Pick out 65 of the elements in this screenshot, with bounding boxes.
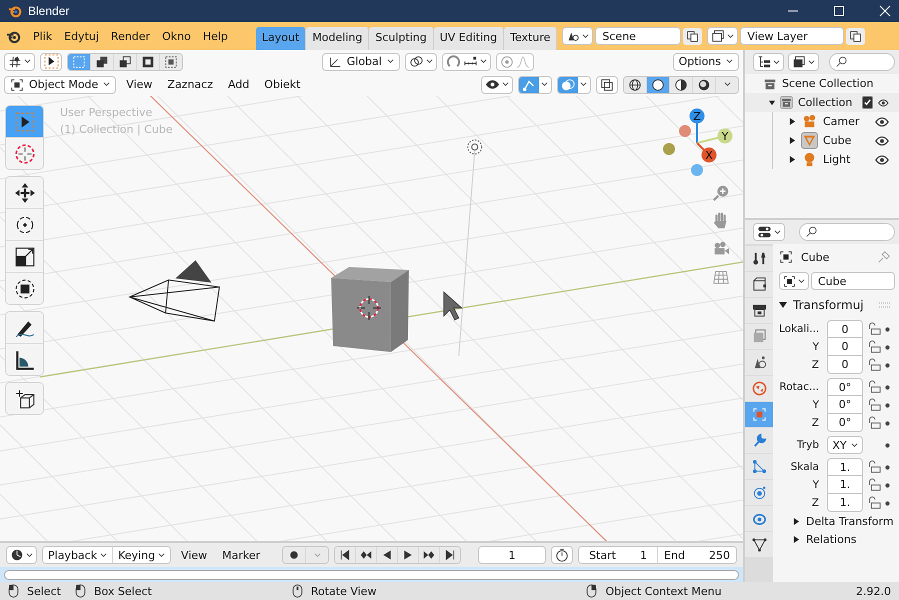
property-label: Y (812, 399, 819, 411)
window-title: Blender (28, 4, 70, 18)
property-label: Y (812, 341, 819, 353)
workspace-tab[interactable]: Modeling (306, 27, 370, 50)
axis-handle[interactable]: Y (696, 128, 732, 144)
property-label: Skala (790, 461, 819, 473)
number-field[interactable]: 1. (827, 476, 863, 494)
number-field[interactable]: 0 (827, 338, 863, 356)
subpanel-title[interactable]: Delta Transform (806, 514, 894, 528)
orientation-dropdown[interactable]: Global (322, 52, 400, 70)
view-layer-field[interactable]: View Layer (740, 27, 844, 45)
menu-item[interactable]: Marker (217, 548, 266, 562)
menu-item[interactable]: View (176, 548, 212, 562)
outliner-item[interactable]: Cube (823, 134, 852, 147)
number-field[interactable]: 0 (827, 356, 863, 374)
menu-item[interactable]: View (121, 78, 158, 91)
outliner-item[interactable]: Camer (823, 115, 860, 128)
workspace-tab[interactable]: Layout (256, 27, 306, 50)
options-dropdown[interactable]: Options (672, 52, 740, 70)
viewport-info-text: User Perspective (60, 106, 154, 119)
mode-dropdown[interactable]: XY (827, 436, 863, 454)
workspace-tab[interactable]: Sculpting (369, 27, 434, 50)
property-label: Z (810, 497, 819, 509)
scene-field[interactable]: Scene (595, 27, 682, 45)
number-field[interactable]: 0 (827, 320, 863, 338)
status-hint: Box Select (94, 584, 152, 598)
workspace-tab[interactable]: UV Editing (434, 27, 504, 50)
number-field[interactable]: 0° (827, 378, 863, 396)
menu-item[interactable]: Add (223, 78, 254, 91)
workspace-tab[interactable]: Texture (504, 27, 558, 50)
property-label: Lokali... (779, 323, 819, 335)
menu-item[interactable]: Edytuj (58, 30, 105, 42)
number-field[interactable]: 0° (827, 396, 863, 414)
number-field[interactable]: 0° (827, 414, 863, 432)
property-label: Z (810, 359, 819, 371)
outliner-item[interactable]: Scene Collection (782, 77, 874, 90)
property-label: Z (810, 417, 819, 429)
outliner-item[interactable]: Collection (798, 96, 852, 109)
status-hint: Select (27, 584, 61, 598)
current-frame-field[interactable]: 1 (478, 546, 546, 564)
version-text: 2.92.0 (856, 584, 891, 598)
property-label: Rotac... (779, 381, 819, 393)
subpanel-title[interactable]: Relations (806, 532, 857, 546)
playback-dropdown[interactable]: Playback (43, 547, 114, 563)
property-label: Y (812, 479, 819, 491)
panel-title[interactable]: Transformuj (793, 298, 864, 312)
object-name-field[interactable]: Cube (811, 272, 895, 290)
menu-item[interactable]: Obiekt (259, 78, 306, 91)
outliner-row[interactable]: Collection (745, 93, 899, 112)
menu-item[interactable]: Help (196, 30, 234, 42)
mode-dropdown[interactable]: Object Mode (4, 76, 116, 94)
axis-handle[interactable]: Z (690, 108, 704, 143)
status-hint: Rotate View (310, 584, 376, 598)
number-field[interactable]: 1. (827, 494, 863, 512)
object-name: Cube (801, 250, 830, 264)
menu-item[interactable]: Render (104, 30, 156, 42)
viewport[interactable]: Global Options Object Mode View Zaznacz Add Obiekt User Perspective (1) Collection | Cube Z Y X (0, 50, 743, 541)
viewport-info-text: (1) Collection | Cube (60, 123, 173, 136)
outliner-item[interactable]: Light (823, 153, 850, 166)
property-label: Tryb (796, 439, 819, 451)
number-field[interactable]: 1. (827, 458, 863, 476)
menu-item[interactable]: Okno (156, 30, 197, 42)
status-hint: Object Context Menu (605, 584, 722, 598)
menu-item[interactable]: Plik (27, 30, 58, 42)
menu-item[interactable]: Zaznacz (162, 78, 218, 91)
